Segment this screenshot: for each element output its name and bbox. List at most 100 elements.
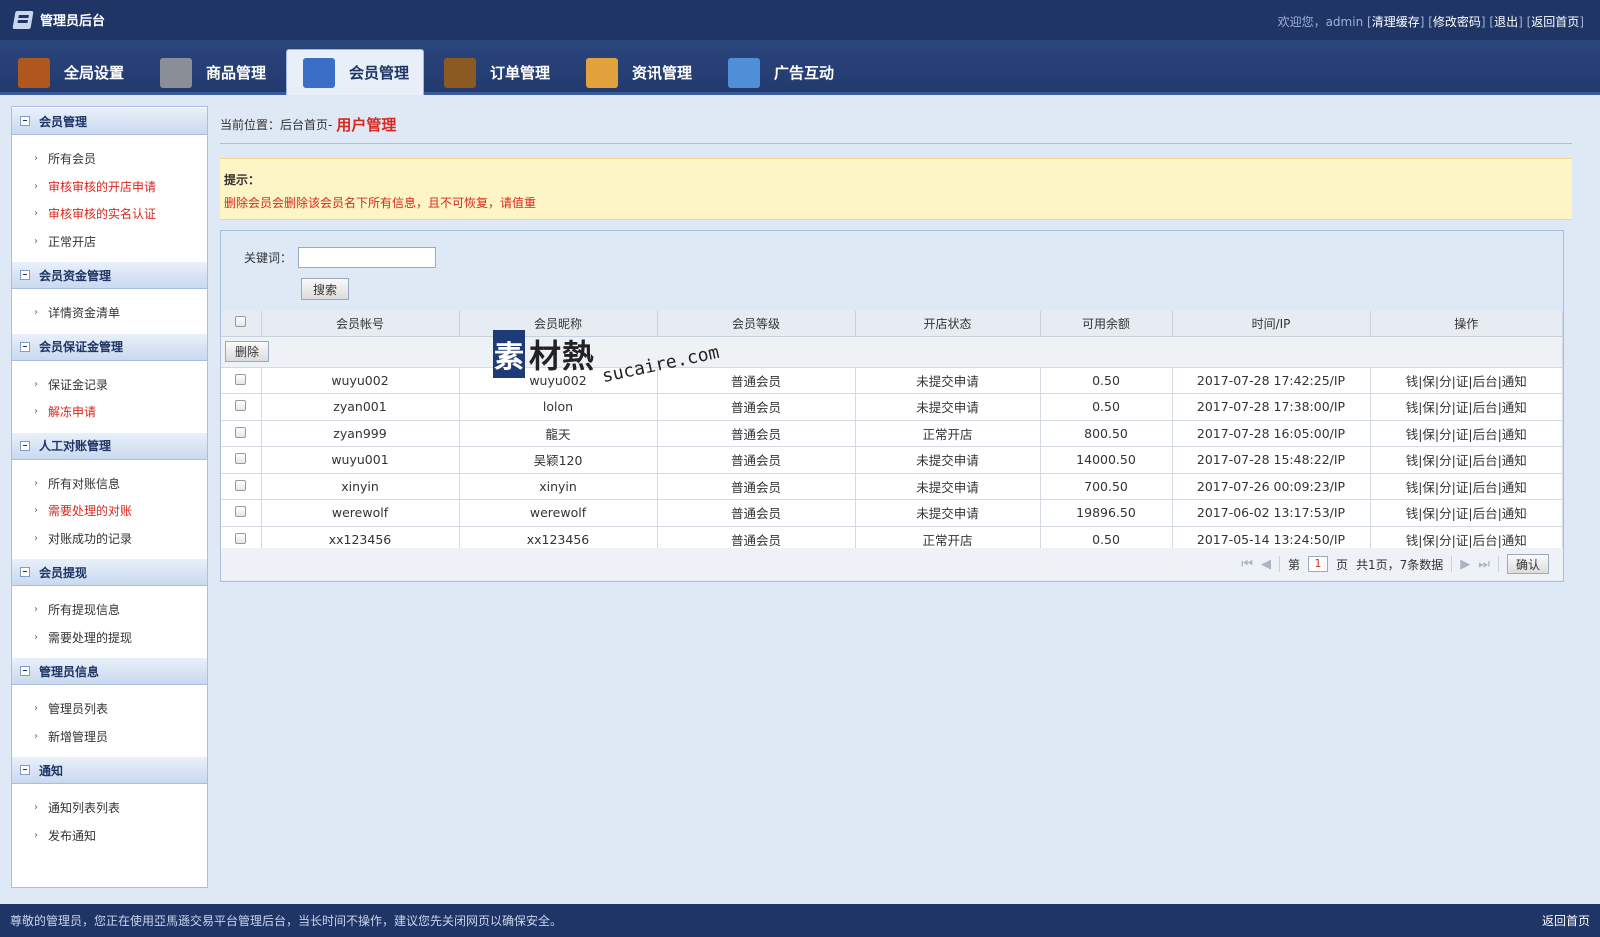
table-row[interactable]: zyan999 龍天 普通会员 正常开店 800.50 2017-07-28 16:05:…: [221, 420, 1563, 447]
house-icon: [18, 57, 50, 88]
sidebar-item-notice-list[interactable]: › 通知列表列表: [34, 794, 207, 822]
ops-cell[interactable]: 钱|保|分|证|后台|通知: [1370, 420, 1563, 447]
ops-cell[interactable]: 钱|保|分|证|后台|通知: [1370, 473, 1563, 500]
sidebar-item-all-withdrawals[interactable]: › 所有提现信息: [34, 596, 207, 624]
sidebar-section-reconcile[interactable]: 人工对账管理: [12, 431, 207, 460]
collapse-icon[interactable]: [20, 567, 30, 577]
tab-products[interactable]: 商品管理: [144, 50, 284, 95]
row-checkbox[interactable]: [235, 400, 247, 412]
breadcrumb-home[interactable]: 后台首页: [280, 116, 328, 133]
status-cell: 未提交申请: [855, 367, 1041, 394]
collapse-icon[interactable]: [20, 440, 30, 451]
sidebar-item-fund-details[interactable]: › 详情资金清单: [34, 299, 207, 327]
window-icon: [728, 57, 760, 88]
collapse-icon[interactable]: [20, 270, 30, 280]
row-checkbox[interactable]: [235, 426, 247, 438]
last-page-icon[interactable]: ⏭: [1478, 557, 1490, 572]
delete-button[interactable]: 删除: [225, 341, 270, 362]
account-cell[interactable]: wuyu001: [261, 446, 460, 474]
row-checkbox[interactable]: [235, 373, 247, 385]
account-cell[interactable]: zyan999: [261, 420, 460, 447]
page-prefix: 第: [1287, 557, 1300, 572]
sidebar-item-realname-verify[interactable]: › 审核审核的实名认证: [34, 200, 207, 228]
tab-ads[interactable]: 广告互动: [712, 50, 852, 95]
select-all-cell: [221, 311, 262, 337]
account-cell[interactable]: wuyu002: [261, 367, 460, 394]
account-cell[interactable]: werewolf: [261, 499, 460, 527]
balance-cell: 19896.50: [1040, 499, 1173, 527]
nickname-cell: werewolf: [459, 499, 658, 527]
sidebar-item-publish-notice[interactable]: › 发布通知: [34, 822, 207, 850]
table-row[interactable]: xinyin xinyin 普通会员 未提交申请 700.50 2017-07-26 00…: [221, 473, 1563, 500]
chevron-right-icon: ›: [34, 703, 38, 715]
account-cell[interactable]: zyan001: [261, 393, 460, 421]
sidebar-item-deposit-records[interactable]: › 保证金记录: [34, 371, 207, 399]
chevron-right-icon: ›: [34, 406, 38, 418]
sidebar-item-success-reconcile[interactable]: › 对账成功的记录: [34, 525, 207, 553]
sidebar-item-all-reconcile[interactable]: › 所有对账信息: [34, 470, 207, 498]
sidebar-section-notices[interactable]: 通知: [12, 756, 207, 784]
logout-link[interactable]: 退出: [1494, 15, 1518, 29]
balance-cell: 14000.50: [1040, 446, 1173, 474]
notice-text: 删除会员会删除该会员名下所有信息，且不可恢复，请值重: [224, 196, 537, 210]
clear-cache-link[interactable]: 清理缓存: [1372, 15, 1420, 29]
collapse-icon[interactable]: [20, 666, 30, 676]
members-icon: [303, 57, 335, 88]
table-row[interactable]: wuyu002 wuyu002 普通会员 未提交申请 0.50 2017-07-28 17…: [221, 367, 1563, 394]
sidebar-section-funds[interactable]: 会员资金管理: [12, 261, 207, 289]
next-page-icon[interactable]: ▶: [1460, 557, 1470, 572]
sidebar-section-admins[interactable]: 管理员信息: [12, 657, 207, 685]
nickname-cell: 龍天: [459, 420, 658, 447]
home-link[interactable]: 返回首页: [1531, 15, 1579, 29]
collapse-icon[interactable]: [20, 341, 30, 352]
page-number-input[interactable]: 1: [1307, 556, 1328, 572]
confirm-page-button[interactable]: 确认: [1506, 554, 1549, 574]
tab-orders[interactable]: 订单管理: [428, 50, 568, 95]
admin-logo-icon: [12, 10, 34, 29]
ops-cell[interactable]: 钱|保|分|证|后台|通知: [1370, 393, 1563, 421]
sidebar-item-shop-applications[interactable]: › 审核审核的开店申请: [34, 173, 207, 201]
sidebar-item-open-shops[interactable]: › 正常开店: [34, 228, 207, 256]
collapse-icon[interactable]: [20, 116, 30, 126]
prev-page-icon[interactable]: ◀: [1261, 557, 1271, 572]
ops-cell[interactable]: 钱|保|分|证|后台|通知: [1370, 499, 1563, 527]
row-checkbox[interactable]: [235, 532, 247, 544]
sidebar-item-add-admin[interactable]: › 新增管理员: [34, 723, 207, 751]
grid-icon: [160, 57, 192, 88]
sidebar-item-pending-withdrawals[interactable]: › 需要处理的提现: [34, 624, 207, 652]
tab-news[interactable]: 资讯管理: [570, 50, 710, 95]
change-password-link[interactable]: 修改密码: [1433, 15, 1481, 29]
level-cell: 普通会员: [657, 393, 856, 421]
sidebar-section-deposit[interactable]: 会员保证金管理: [12, 332, 207, 361]
row-checkbox[interactable]: [235, 453, 247, 465]
ops-cell[interactable]: 钱|保|分|证|后台|通知: [1370, 367, 1563, 394]
footer-home-link[interactable]: 返回首页: [1542, 912, 1590, 929]
level-cell: 普通会员: [657, 473, 856, 500]
sidebar-item-all-members[interactable]: › 所有会员: [34, 145, 207, 173]
chevron-right-icon: ›: [34, 505, 38, 517]
ops-cell[interactable]: 钱|保|分|证|后台|通知: [1370, 446, 1563, 474]
row-checkbox[interactable]: [235, 479, 247, 491]
table-row[interactable]: zyan001 lolon 普通会员 未提交申请 0.50 2017-07-28 17:3…: [221, 393, 1563, 421]
table-row[interactable]: werewolf werewolf 普通会员 未提交申请 19896.50 2017-06…: [221, 499, 1563, 527]
time-ip-cell: 2017-07-28 17:42:25/IP: [1172, 367, 1371, 394]
sidebar-section-withdraw[interactable]: 会员提现: [12, 558, 207, 586]
collapse-icon[interactable]: [20, 765, 30, 775]
sidebar-item-pending-reconcile[interactable]: › 需要处理的对账: [34, 497, 207, 525]
search-button[interactable]: 搜索: [301, 278, 349, 300]
first-page-icon[interactable]: ⏮: [1241, 557, 1253, 572]
sidebar-item-admin-list[interactable]: › 管理员列表: [34, 695, 207, 723]
keyword-input[interactable]: [298, 247, 437, 268]
nickname-cell: xinyin: [459, 473, 658, 500]
row-checkbox[interactable]: [235, 506, 247, 518]
balance-cell: 0.50: [1040, 367, 1173, 394]
tab-global-settings[interactable]: 全局设置: [2, 50, 142, 95]
watermark: 素 材熱 sucaire.com: [493, 330, 721, 387]
sidebar-item-unfreeze-requests[interactable]: › 解冻申请: [34, 398, 207, 426]
tab-members[interactable]: 会员管理: [286, 49, 424, 95]
account-cell[interactable]: xinyin: [261, 473, 460, 500]
table-row[interactable]: wuyu001 吴颖120 普通会员 未提交申请 14000.50 2017-07-28 …: [221, 446, 1563, 474]
select-all-checkbox[interactable]: [235, 316, 247, 328]
chevron-right-icon: ›: [34, 730, 38, 742]
sidebar-section-member[interactable]: 会员管理: [12, 107, 207, 135]
